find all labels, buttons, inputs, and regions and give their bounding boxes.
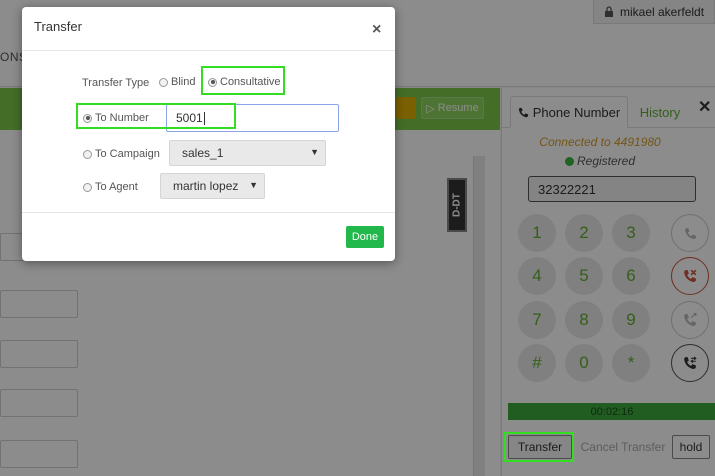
radio-to-agent[interactable]: To Agent — [83, 181, 138, 193]
divider — [22, 50, 395, 51]
transfer-button-highlight — [504, 432, 574, 462]
radio-icon — [83, 182, 92, 192]
agent-select[interactable]: martin lopez ▼ — [160, 173, 265, 199]
chevron-down-icon: ▼ — [249, 180, 258, 190]
to-number-highlight — [76, 103, 236, 129]
radio-icon — [83, 149, 92, 159]
transfer-type-label: Transfer Type — [82, 77, 150, 89]
campaign-select[interactable]: sales_1 ▼ — [169, 140, 326, 166]
close-icon[interactable]: × — [372, 21, 381, 39]
radio-to-campaign[interactable]: To Campaign — [83, 148, 160, 160]
consultative-highlight — [201, 66, 285, 95]
radio-blind[interactable]: Blind — [159, 76, 195, 88]
divider — [22, 212, 395, 213]
chevron-down-icon: ▼ — [310, 147, 319, 157]
done-button[interactable]: Done — [346, 226, 384, 248]
radio-icon — [159, 77, 168, 87]
dialog-title: Transfer — [34, 19, 82, 34]
transfer-dialog: Transfer × Transfer Type Blind Consultat… — [22, 7, 395, 261]
